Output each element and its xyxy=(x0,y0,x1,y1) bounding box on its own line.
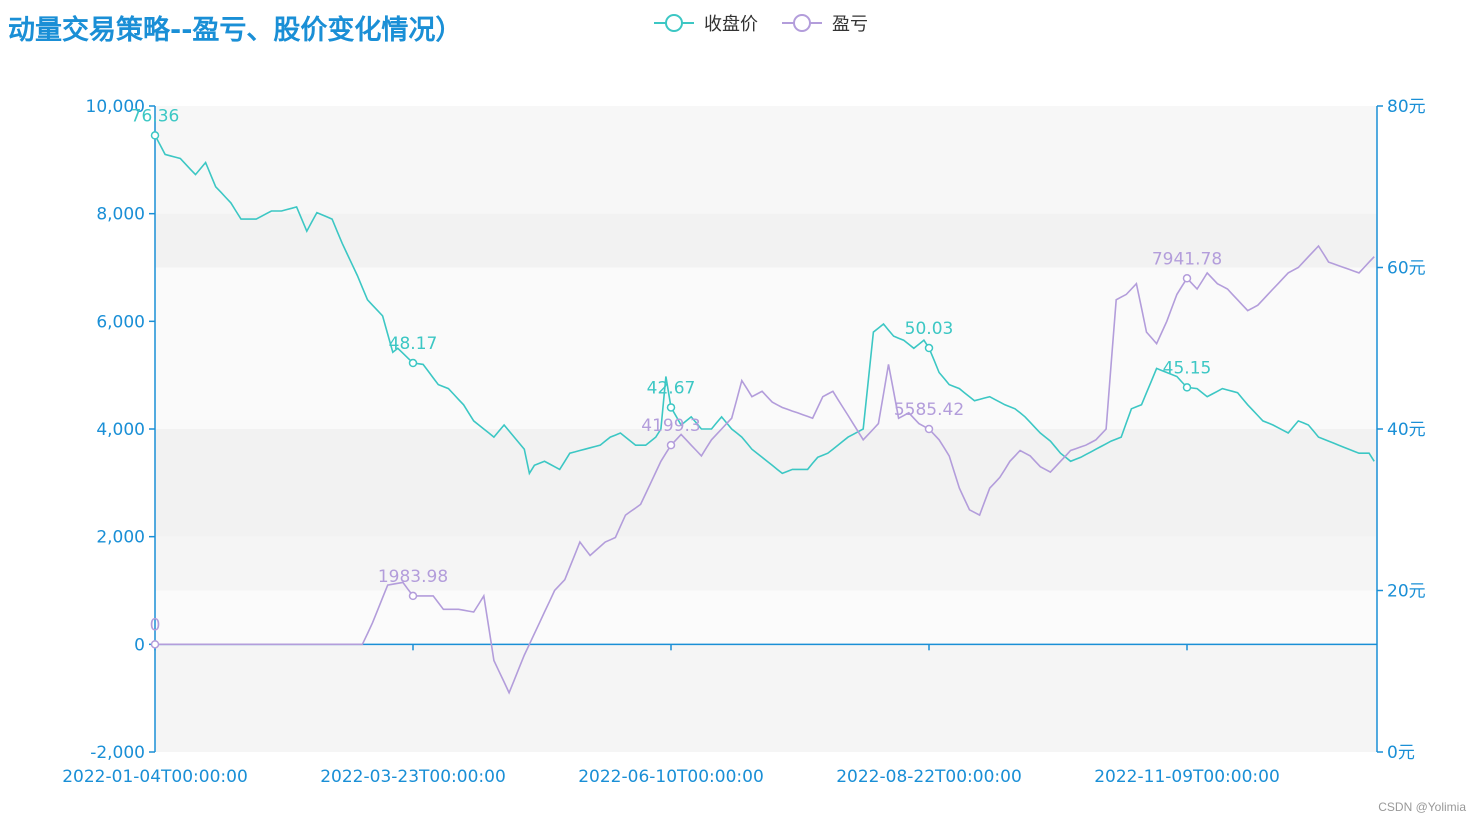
data-label-price: 76.36 xyxy=(131,106,180,126)
x-tick-label: 2022-11-09T00:00:00 xyxy=(1094,767,1280,787)
data-label-pnl: 5585.42 xyxy=(894,400,964,420)
y-right-tick-label: 80元 xyxy=(1387,97,1426,117)
data-point-price xyxy=(666,403,676,412)
x-tick-label: 2022-03-23T00:00:00 xyxy=(320,767,506,787)
data-label-price: 50.03 xyxy=(905,319,954,339)
data-point-price xyxy=(924,343,934,353)
data-point-price xyxy=(408,358,418,368)
y-left-tick-label: 6,000 xyxy=(96,312,145,332)
data-label-pnl: 1983.98 xyxy=(378,567,448,587)
background-band-5 xyxy=(155,267,1377,322)
data-label-pnl: 0 xyxy=(150,615,161,635)
data-point-pnl xyxy=(1182,274,1192,283)
chart-canvas: -2,00002,0004,0006,0008,00010,0000元20元40… xyxy=(62,97,1426,787)
y-right-tick-label: 40元 xyxy=(1387,420,1426,440)
data-point-price xyxy=(1182,383,1192,392)
y-left-tick-label: 8,000 xyxy=(96,205,145,225)
data-point-pnl xyxy=(924,424,934,434)
background-band-2 xyxy=(155,536,1377,591)
x-tick-label: 2022-06-10T00:00:00 xyxy=(578,767,764,787)
background-band-3 xyxy=(155,429,1377,537)
y-right-tick-label: 20元 xyxy=(1387,582,1426,602)
data-label-pnl: 4199.3 xyxy=(641,416,700,436)
background-band-0 xyxy=(155,644,1377,752)
background-band-1 xyxy=(155,590,1377,645)
data-point-pnl xyxy=(666,440,676,450)
x-tick-label: 2022-08-22T00:00:00 xyxy=(836,767,1022,787)
data-label-pnl: 7941.78 xyxy=(1152,249,1222,269)
data-point-pnl xyxy=(150,640,160,649)
y-left-tick-label: 2,000 xyxy=(96,528,145,548)
data-point-price xyxy=(150,131,160,140)
watermark: CSDN @Yolimia xyxy=(1378,800,1466,814)
y-left-tick-label: 4,000 xyxy=(96,420,145,440)
x-tick-label: 2022-01-04T00:00:00 xyxy=(62,767,248,787)
y-right-tick-label: 0元 xyxy=(1387,743,1415,763)
data-label-price: 45.15 xyxy=(1163,358,1212,378)
y-right-tick-label: 60元 xyxy=(1387,259,1426,279)
data-label-price: 42.67 xyxy=(647,378,696,398)
data-point-pnl xyxy=(408,591,418,601)
y-left-tick-label: -2,000 xyxy=(90,743,145,763)
background-band-7 xyxy=(155,106,1377,214)
y-left-tick-label: 0 xyxy=(134,635,145,655)
data-label-price: 48.17 xyxy=(389,334,438,354)
